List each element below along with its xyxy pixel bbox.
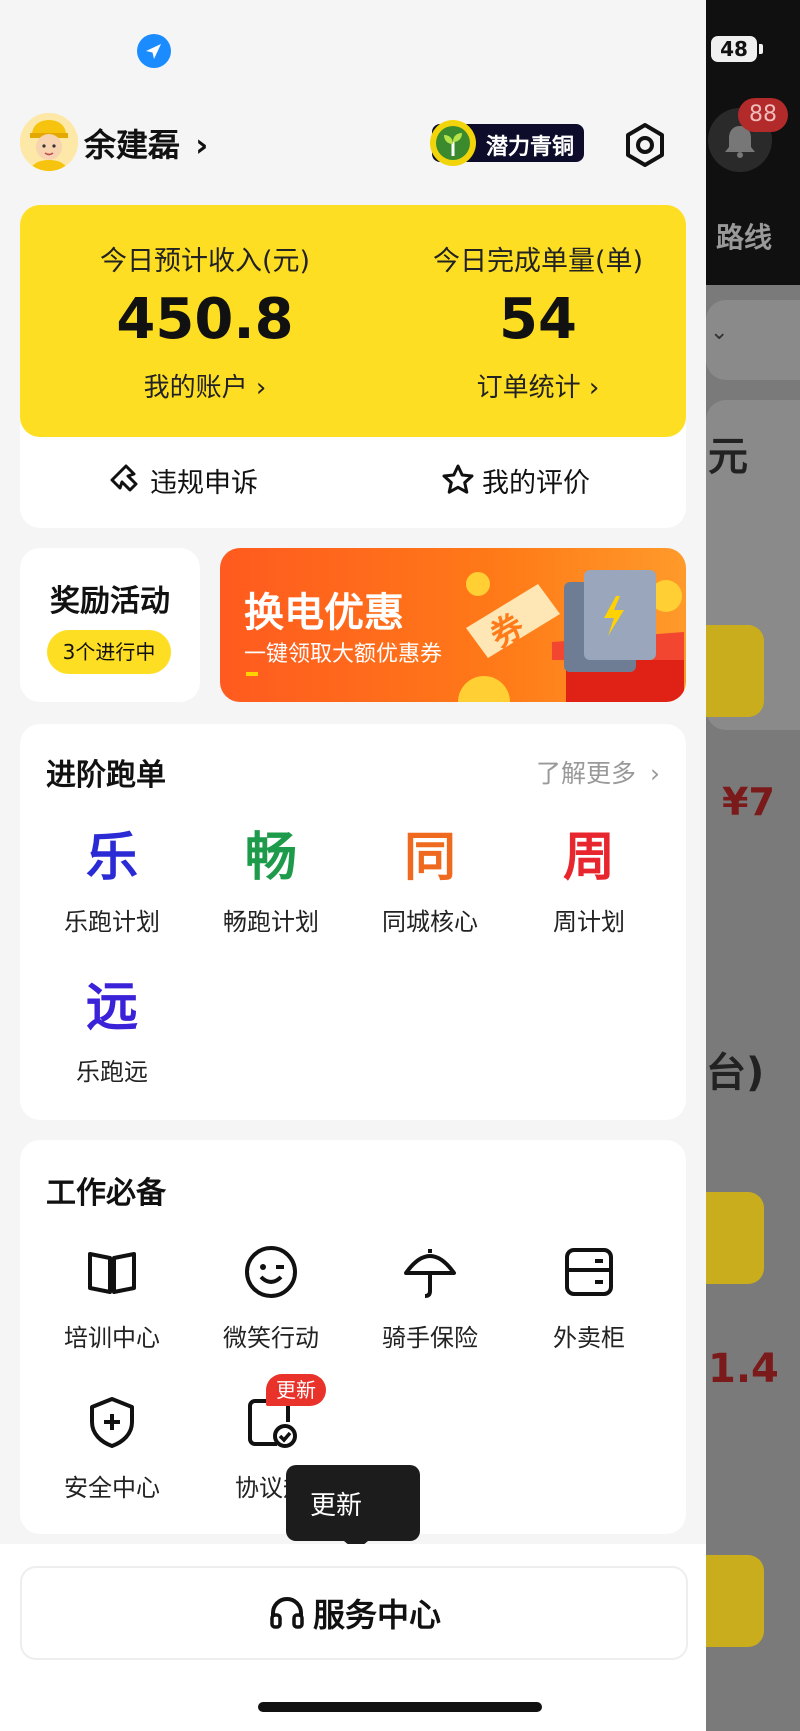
- plan-char: 同: [403, 828, 456, 888]
- umbrella-icon: [404, 1249, 456, 1298]
- smile-icon: [245, 1246, 297, 1298]
- sprout-icon: [430, 120, 476, 166]
- battery-tip: [759, 44, 763, 54]
- settings-icon: [626, 123, 664, 167]
- plan-char: 畅: [244, 828, 297, 888]
- background-price: ¥7: [722, 780, 775, 824]
- income-card: 今日预计收入(元) 450.8 我的账户 › 今日完成单量(单) 54 订单统计…: [20, 205, 686, 437]
- plan-char: 乐: [85, 828, 138, 888]
- new-badge: 更新: [266, 1374, 326, 1406]
- tool-label: 外卖柜: [553, 1324, 625, 1352]
- background-text: 元: [708, 434, 748, 480]
- tooltip-text: 更新: [310, 1491, 363, 1521]
- orders-value: 54: [499, 287, 577, 352]
- banner-subtitle: 一键领取大额优惠券: [244, 642, 443, 667]
- plan-label: 同城核心: [382, 908, 478, 936]
- plan-label: 乐跑远: [76, 1058, 148, 1086]
- settings-button[interactable]: [620, 120, 670, 170]
- chevron-down-icon: ⌄: [710, 320, 729, 345]
- tool-label: 安全中心: [64, 1474, 160, 1502]
- training-center-item[interactable]: 培训中心: [32, 1240, 192, 1353]
- advanced-running-title: 进阶跑单: [46, 758, 166, 793]
- appeal-icon: [110, 464, 138, 492]
- order-stats-link[interactable]: 订单统计 ›: [388, 367, 688, 404]
- rewards-title: 奖励活动: [50, 584, 170, 619]
- work-essentials-title: 工作必备: [46, 1176, 166, 1211]
- locker-icon: [565, 1248, 613, 1296]
- tool-label: 培训中心: [64, 1324, 160, 1352]
- battery-indicator: 48: [711, 36, 757, 62]
- battery-swap-banner[interactable]: 换电优惠 一键领取大额优惠券 券: [220, 548, 686, 702]
- rider-insurance-item[interactable]: 骑手保险: [350, 1240, 510, 1353]
- banner-indicator: [246, 672, 258, 676]
- background-yellow-button: [706, 1192, 764, 1284]
- my-account-link[interactable]: 我的账户 ›: [55, 367, 355, 404]
- chevron-right-icon: ›: [650, 759, 660, 788]
- plan-item[interactable]: 乐 乐跑计划: [32, 828, 192, 937]
- service-center-label: 服务中心: [312, 1596, 441, 1634]
- plan-char: 周: [562, 828, 615, 888]
- chevron-right-icon: ›: [195, 126, 209, 164]
- user-name: 余建磊: [84, 126, 181, 164]
- income-value: 450.8: [116, 287, 294, 352]
- learn-more-link[interactable]: 了解更多 ›: [536, 754, 660, 790]
- side-drawer: 余建磊 › 潜力青铜 今日预计收入(元) 450.8 我的账户 › 今日完成单量…: [0, 0, 706, 1731]
- tool-label: 骑手保险: [382, 1324, 478, 1352]
- location-icon: [137, 34, 171, 68]
- smile-action-item[interactable]: 微笑行动: [191, 1240, 351, 1353]
- plan-item[interactable]: 远 乐跑远: [32, 978, 192, 1087]
- avatar[interactable]: [20, 113, 78, 171]
- orders-label: 今日完成单量(单): [432, 246, 644, 277]
- headset-icon: [270, 1597, 304, 1629]
- shield-icon: [90, 1397, 134, 1448]
- plan-item[interactable]: 同 同城核心: [350, 828, 510, 937]
- banner-title: 换电优惠: [244, 590, 404, 636]
- appeal-label: 违规申诉: [150, 467, 258, 499]
- service-center-button[interactable]: 服务中心: [20, 1566, 688, 1660]
- update-tooltip: 更新: [286, 1465, 420, 1551]
- home-indicator: [258, 1702, 542, 1712]
- delivery-locker-item[interactable]: 外卖柜: [509, 1240, 669, 1353]
- route-tab: 路线: [716, 221, 773, 254]
- notification-count-badge: 88: [738, 98, 788, 132]
- rewards-status-badge: 3个进行中: [47, 630, 171, 674]
- income-label: 今日预计收入(元): [99, 246, 311, 277]
- background-number: 1.4: [708, 1346, 779, 1392]
- background-app: 88 路线 ⌄ 元 ¥7 台) 1.4: [706, 0, 800, 1731]
- my-rating-label: 我的评价: [482, 467, 590, 499]
- appeal-button[interactable]: 违规申诉: [108, 460, 258, 500]
- plan-item[interactable]: 周 周计划: [509, 828, 669, 937]
- plan-label: 畅跑计划: [223, 908, 319, 936]
- learn-more-label: 了解更多: [536, 759, 637, 788]
- safety-center-item[interactable]: 安全中心: [32, 1390, 192, 1503]
- plan-char: 远: [85, 978, 138, 1038]
- background-card: ⌄: [706, 300, 800, 380]
- level-badge[interactable]: 潜力青铜: [430, 120, 584, 166]
- plan-item[interactable]: 畅 畅跑计划: [191, 828, 351, 937]
- background-yellow-button: [706, 625, 764, 717]
- tool-label: 微笑行动: [223, 1324, 319, 1352]
- book-icon: [88, 1252, 136, 1294]
- my-rating-button[interactable]: 我的评价: [440, 460, 590, 500]
- rewards-card[interactable]: 奖励活动 3个进行中: [20, 548, 200, 702]
- user-name-link[interactable]: 余建磊 ›: [84, 120, 208, 166]
- level-label: 潜力青铜: [486, 135, 575, 160]
- advanced-running-card: 进阶跑单 了解更多 › 乐 乐跑计划 畅 畅跑计划 同 同城核心 周 周计划 远…: [20, 724, 686, 1120]
- plan-label: 乐跑计划: [64, 908, 160, 936]
- background-yellow-button: [706, 1555, 764, 1647]
- background-text: 台): [706, 1050, 765, 1096]
- star-icon: [442, 464, 474, 494]
- plan-label: 周计划: [553, 908, 625, 936]
